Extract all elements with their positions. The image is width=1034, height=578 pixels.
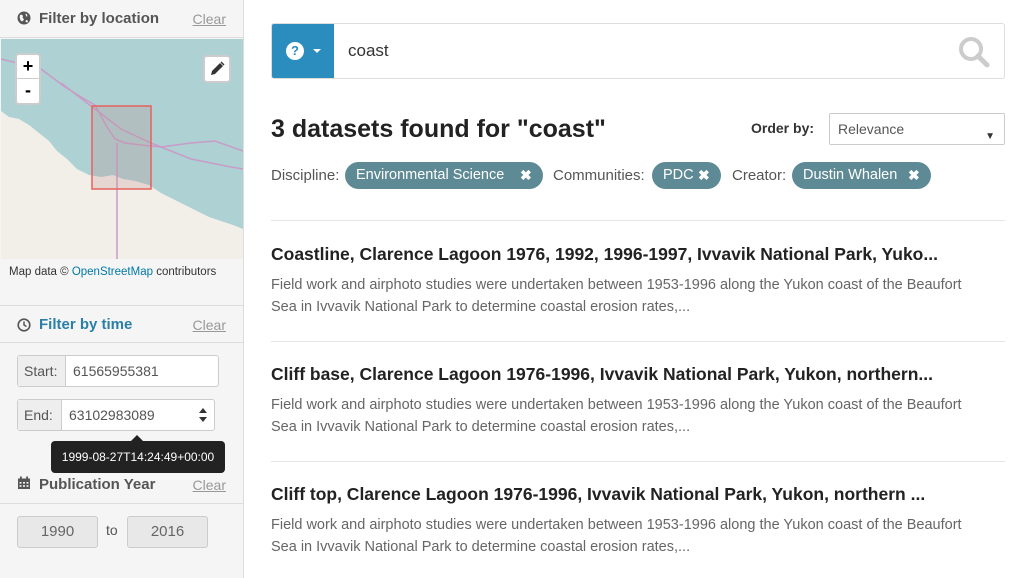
time-filter-title: Filter by time [39, 316, 133, 333]
creator-chip[interactable]: Dustin Whalen ✖ [792, 162, 931, 189]
communities-chip-label: PDC [663, 167, 694, 183]
end-time-group: End: [17, 399, 215, 431]
divider [271, 220, 1005, 221]
result-title[interactable]: Coastline, Clarence Lagoon 1976, 1992, 1… [271, 244, 938, 265]
communities-chip[interactable]: PDC ✖ [652, 162, 721, 189]
start-time-group: Start: [17, 355, 219, 387]
location-map[interactable]: + - [1, 39, 243, 259]
result-description: Field work and airphoto studies were und… [271, 517, 962, 555]
clock-icon [17, 318, 31, 332]
end-time-input[interactable] [62, 400, 192, 430]
draw-bbox-button[interactable] [203, 55, 231, 83]
location-filter-header: Filter by location Clear [0, 0, 243, 38]
search-input[interactable] [348, 36, 928, 66]
attribution-prefix: Map data © [9, 266, 72, 278]
year-from-input[interactable]: 1990 [17, 516, 98, 548]
divider [271, 461, 1005, 462]
sidebar: Filter by location Clear + - Map data © … [0, 0, 244, 578]
year-to-input[interactable]: 2016 [127, 516, 208, 548]
openstreetmap-link[interactable]: OpenStreetMap [72, 266, 153, 278]
zoom-in-button[interactable]: + [17, 55, 39, 79]
caret-down-icon [313, 49, 321, 53]
result-title[interactable]: Cliff top, Clarence Lagoon 1976-1996, Iv… [271, 484, 925, 505]
publication-year-header: Publication Year Clear [0, 466, 243, 504]
discipline-chip[interactable]: Environmental Science ✖ [345, 162, 543, 189]
location-filter-title: Filter by location [39, 10, 160, 27]
result-description: Field work and airphoto studies were und… [271, 397, 962, 435]
question-icon: ? [286, 42, 304, 60]
number-spinner[interactable] [198, 405, 208, 425]
discipline-label: Discipline: [271, 167, 340, 184]
results-heading: 3 datasets found for "coast" [271, 115, 606, 143]
map-zoom-control: + - [15, 53, 41, 105]
zoom-out-button[interactable]: - [17, 79, 39, 103]
publication-year-title: Publication Year [39, 476, 156, 493]
year-to-label: to [106, 522, 118, 538]
creator-chip-label: Dustin Whalen [803, 167, 898, 183]
creator-label: Creator: [732, 167, 787, 184]
search-help-dropdown[interactable]: ? [272, 24, 334, 78]
order-by-value: Relevance [838, 121, 905, 137]
order-by-select[interactable]: Relevance ▼ [829, 113, 1005, 145]
communities-label: Communities: [553, 167, 645, 184]
order-by-label: Order by: [751, 120, 815, 136]
pencil-icon [211, 61, 225, 75]
discipline-chip-label: Environmental Science [356, 167, 505, 183]
result-title[interactable]: Cliff base, Clarence Lagoon 1976-1996, I… [271, 364, 933, 385]
divider [271, 341, 1005, 342]
chevron-down-icon: ▼ [985, 131, 995, 142]
result-description: Field work and airphoto studies were und… [271, 277, 962, 315]
start-label: Start: [18, 356, 66, 386]
remove-icon[interactable]: ✖ [520, 162, 532, 189]
globe-icon [17, 11, 31, 25]
remove-icon[interactable]: ✖ [698, 162, 710, 189]
calendar-icon [18, 476, 30, 489]
publication-clear-link[interactable]: Clear [193, 477, 226, 493]
search-bar: ? [271, 23, 1005, 79]
map-attribution: Map data © OpenStreetMap contributors [9, 266, 216, 278]
remove-icon[interactable]: ✖ [908, 162, 920, 189]
time-clear-link[interactable]: Clear [193, 317, 226, 333]
start-time-input[interactable] [66, 356, 216, 386]
search-icon[interactable] [958, 36, 990, 68]
end-label: End: [18, 400, 62, 430]
time-filter-header: Filter by time Clear [0, 305, 243, 343]
location-clear-link[interactable]: Clear [193, 11, 226, 27]
attribution-suffix: contributors [153, 266, 217, 278]
